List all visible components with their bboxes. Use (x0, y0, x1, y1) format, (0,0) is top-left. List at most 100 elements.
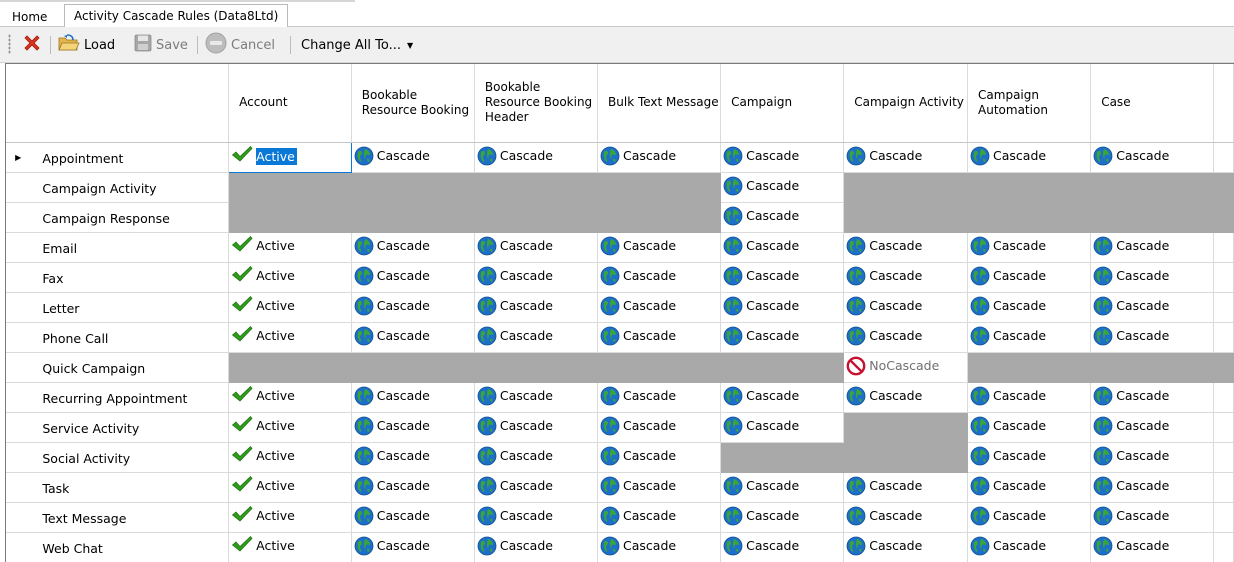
grid-cell[interactable]: Active (228, 532, 352, 562)
grid-cell[interactable]: Cascade (474, 502, 599, 533)
grid-cell[interactable]: Cascade (843, 232, 969, 263)
grid-cell[interactable]: Cascade (597, 382, 722, 413)
table-row[interactable]: Letter Active Cascade Cascade Cascade Cascade… (6, 292, 1234, 323)
grid-cell[interactable]: NoCascade (843, 352, 969, 383)
row-header[interactable]: Fax (30, 262, 230, 293)
grid-cell[interactable]: Cascade (474, 382, 599, 413)
grid-cell[interactable]: Cascade (1090, 472, 1215, 503)
row-indicator[interactable]: ▶ (6, 142, 31, 173)
grid-cell[interactable]: Cascade (597, 292, 722, 323)
grid-cell[interactable]: Cascade (597, 472, 722, 503)
grid-cell[interactable]: Cascade (720, 472, 845, 503)
grid-cell[interactable]: Cascade (1090, 502, 1215, 533)
grid-cell[interactable]: Cascade (1090, 382, 1215, 413)
grid-cell[interactable]: Active (228, 382, 352, 413)
row-indicator[interactable] (6, 232, 31, 263)
cancel-button[interactable]: Cancel (205, 32, 275, 56)
row-header[interactable]: Service Activity (30, 412, 230, 443)
grid-cell[interactable]: Cascade (351, 412, 475, 443)
grid-cell[interactable]: Cascade (597, 502, 722, 533)
column-header[interactable]: Bookable Resource Booking Header (474, 64, 599, 143)
column-header[interactable]: Case (1090, 64, 1215, 143)
grid-cell[interactable]: Cascade (720, 382, 845, 413)
table-row[interactable]: Task Active Cascade Cascade Cascade Cascade Ca… (6, 472, 1234, 503)
grid-cell[interactable]: Cascade (843, 262, 969, 293)
grid-cell[interactable]: Cascade (720, 202, 845, 233)
column-header[interactable]: Campaign (720, 64, 845, 143)
table-row[interactable]: Fax Active Cascade Cascade Cascade Cascade Cas… (6, 262, 1234, 293)
grid-cell[interactable]: Cascade (967, 532, 1092, 562)
table-row[interactable]: ▶ Appointment Active Cascade Cascade Cascade C… (6, 141, 1234, 173)
row-indicator[interactable] (6, 412, 31, 443)
grid-cell[interactable]: Cascade (843, 532, 969, 562)
delete-button[interactable] (22, 34, 46, 56)
row-header[interactable]: Web Chat (30, 532, 230, 562)
save-button[interactable]: Save (134, 34, 188, 56)
grid-cell[interactable]: Cascade (474, 142, 599, 173)
grid-cell[interactable]: Cascade (474, 442, 599, 473)
grid-cell[interactable]: Cascade (967, 292, 1092, 323)
grid-cell[interactable]: Cascade (720, 412, 845, 443)
grid-cell[interactable]: Cascade (967, 382, 1092, 413)
row-header[interactable]: Campaign Response (30, 202, 230, 233)
grid-cell[interactable]: Cascade (351, 142, 475, 173)
grid-cell[interactable]: Cascade (967, 442, 1092, 473)
grid-cell[interactable]: Active (228, 292, 352, 323)
grid-cell[interactable]: Cascade (843, 322, 969, 353)
grid-cell[interactable]: Active (228, 262, 352, 293)
table-row[interactable]: Quick Campaign NoCascade (6, 352, 1234, 383)
grid-cell[interactable]: Active (228, 412, 352, 443)
grid-cell[interactable]: Cascade (351, 262, 475, 293)
column-header[interactable]: Bookable Resource Booking (351, 64, 475, 143)
grid-cell[interactable]: Cascade (720, 532, 845, 562)
row-indicator[interactable] (6, 502, 31, 533)
row-indicator[interactable] (6, 262, 31, 293)
grid-cell[interactable]: Cascade (1090, 322, 1215, 353)
row-header[interactable]: Campaign Activity (30, 172, 230, 203)
grid-cell[interactable]: Cascade (843, 382, 969, 413)
grid-cell[interactable]: Cascade (351, 442, 475, 473)
row-header[interactable]: Task (30, 472, 230, 503)
grid-cell[interactable]: Cascade (967, 472, 1092, 503)
table-row[interactable]: Social Activity Active Cascade Cascade Casca… (6, 442, 1234, 473)
row-header[interactable]: Letter (30, 292, 230, 323)
grid-cell[interactable]: Cascade (474, 412, 599, 443)
grid-cell[interactable]: Cascade (597, 142, 722, 173)
row-indicator[interactable] (6, 382, 31, 413)
cascade-rules-grid[interactable]: Account Bookable Resource Booking Bookab… (5, 63, 1234, 562)
grid-cell[interactable]: Cascade (474, 232, 599, 263)
row-indicator[interactable] (6, 322, 31, 353)
grid-cell[interactable]: Cascade (1090, 262, 1215, 293)
grid-cell[interactable]: Active (228, 472, 352, 503)
grid-cell[interactable]: Active (228, 141, 352, 173)
grid-cell[interactable]: Cascade (720, 502, 845, 533)
table-row[interactable]: Text Message Active Cascade Cascade Cascade C… (6, 502, 1234, 533)
grid-cell[interactable]: Active (228, 502, 352, 533)
toolbar-grip[interactable] (8, 34, 11, 54)
grid-cell[interactable]: Cascade (351, 472, 475, 503)
column-header[interactable]: Bulk Text Message (597, 64, 722, 143)
change-all-to-dropdown[interactable]: Change All To... ▼ (301, 34, 413, 56)
grid-cell[interactable]: Cascade (351, 232, 475, 263)
grid-cell[interactable]: Cascade (720, 322, 845, 353)
grid-cell[interactable]: Cascade (597, 532, 722, 562)
grid-cell[interactable]: Active (228, 442, 352, 473)
row-header[interactable]: Email (30, 232, 230, 263)
row-indicator[interactable] (6, 172, 31, 203)
row-header[interactable]: Social Activity (30, 442, 230, 473)
column-header[interactable]: Campaign Activity (843, 64, 969, 143)
grid-cell[interactable]: Cascade (843, 472, 969, 503)
grid-cell[interactable]: Cascade (351, 382, 475, 413)
grid-cell[interactable]: Cascade (1090, 412, 1215, 443)
grid-cell[interactable]: Cascade (967, 322, 1092, 353)
row-indicator[interactable] (6, 352, 31, 383)
row-indicator[interactable] (6, 442, 31, 473)
grid-cell[interactable]: Cascade (1090, 532, 1215, 562)
table-row[interactable]: Campaign Response Cascade (6, 202, 1234, 233)
row-indicator[interactable] (6, 532, 31, 562)
grid-cell[interactable]: Cascade (351, 502, 475, 533)
grid-cell[interactable]: Cascade (597, 442, 722, 473)
grid-cell[interactable]: Cascade (351, 532, 475, 562)
grid-cell[interactable]: Cascade (843, 292, 969, 323)
row-header[interactable]: Text Message (30, 502, 230, 533)
